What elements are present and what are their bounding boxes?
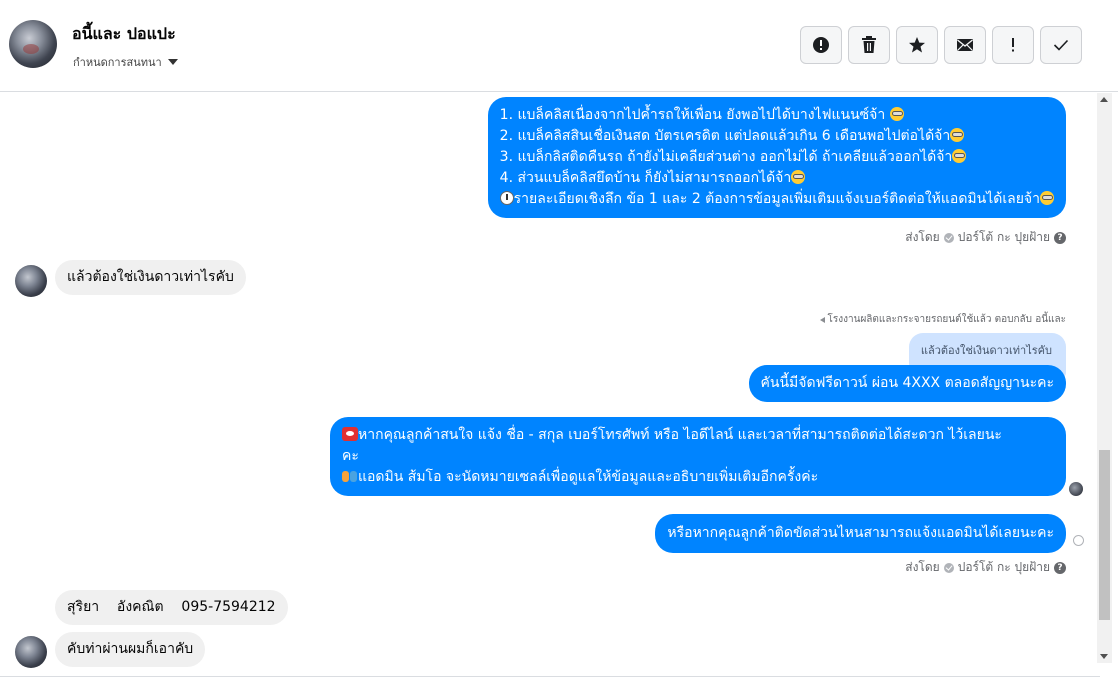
mark-unread-button[interactable]	[944, 26, 986, 64]
outgoing-message[interactable]: หากคุณลูกค้าสนใจ แจ้ง ชื่อ - สกุล เบอร์โ…	[330, 417, 1066, 496]
grimace-emoji-icon	[952, 149, 967, 163]
sent-by-note: ส่งโดย ปอร์โต้ กะ ปุยฝ้าย ?	[905, 558, 1066, 577]
outgoing-message[interactable]: หรือหากคุณลูกค้าติดขัดส่วนไหนสามารถแจ้งแ…	[655, 514, 1066, 553]
message-line: รายละเอียดเชิงลึก ข้อ 1 และ 2 ต้องการข้อ…	[499, 189, 1054, 210]
check-icon	[1053, 39, 1069, 51]
message-line: หากคุณลูกค้าสนใจ แจ้ง ชื่อ - สกุล เบอร์โ…	[342, 425, 1054, 446]
verified-check-icon	[943, 562, 954, 573]
envelope-icon	[957, 39, 973, 51]
message-line: คะ	[342, 448, 359, 464]
sender-avatar[interactable]	[15, 636, 47, 668]
star-icon	[909, 37, 925, 53]
incoming-message[interactable]: สุริยา อังคณิต 095-7594212	[55, 590, 288, 625]
conversation-settings-dropdown[interactable]: กำหนดการสนทนา	[73, 53, 178, 71]
contact-avatar[interactable]	[9, 20, 57, 68]
outgoing-message[interactable]: 1. แบล็คลิสเนื่องจากไปค้ำรถให้เพื่อน ยัง…	[487, 97, 1066, 218]
incoming-message[interactable]: คับท่าผ่านผมก็เอาคับ	[55, 632, 206, 667]
scroll-up-arrow-icon[interactable]	[1100, 97, 1108, 102]
outgoing-message[interactable]: คันนี้มีจัดฟรีดาวน์ ผ่อน 4XXX ตลอดสัญญาน…	[748, 365, 1066, 402]
done-button[interactable]	[1040, 26, 1082, 64]
reply-note: โรงงานผลิตและกระจายรถยนต์ใช้แล้ว ตอบกลับ…	[817, 312, 1066, 327]
verified-check-icon	[943, 232, 954, 243]
thread-scrollbar[interactable]	[1097, 93, 1112, 663]
alert-circle-icon	[813, 37, 829, 53]
message-line: 1. แบล็คลิสเนื่องจากไปค้ำรถให้เพื่อน ยัง…	[500, 105, 1054, 126]
caret-down-icon	[167, 59, 178, 65]
scroll-down-arrow-icon[interactable]	[1100, 654, 1108, 659]
message-line: 3. แบล็กลิสติดคืนรถ ถ้ายังไม่เคลียส่วนต่…	[500, 147, 1054, 168]
message-line: แอดมิน ส้มโอ จะนัดหมายเซลล์เพื่อดูแลให้ข…	[342, 467, 1054, 488]
conversation-settings-label: กำหนดการสนทนา	[73, 56, 162, 69]
scroll-thumb[interactable]	[1099, 450, 1110, 620]
important-button[interactable]	[992, 26, 1034, 64]
grimace-emoji-icon	[950, 128, 965, 142]
reply-arrow-icon	[817, 316, 826, 323]
sender-avatar[interactable]	[15, 265, 47, 297]
conversation-header: อนี้และ ปอแปะ กำหนดการสนทนา	[0, 0, 1118, 92]
help-icon[interactable]: ?	[1054, 231, 1066, 244]
telephone-emoji-icon	[342, 427, 358, 441]
incoming-message[interactable]: แล้วต้องใช่เงินดาวเท่าไรคับ	[55, 260, 246, 295]
grimace-emoji-icon	[889, 107, 904, 121]
sent-by-note: ส่งโดย ปอร์โต้ กะ ปุยฝ้าย ?	[905, 228, 1066, 247]
exclamation-icon	[1012, 38, 1014, 52]
star-button[interactable]	[896, 26, 938, 64]
delivered-status-icon	[1073, 535, 1084, 546]
grimace-emoji-icon	[1040, 191, 1054, 205]
seen-avatar	[1069, 482, 1083, 496]
message-line: 4. ส่วนแบล็คลิสยึดบ้าน ก็ยังไม่สามารถออก…	[500, 168, 1054, 189]
help-icon[interactable]: ?	[1054, 561, 1066, 574]
mark-spam-button[interactable]	[800, 26, 842, 64]
conversation-toolbar	[800, 26, 1082, 64]
message-line: 2. แบล็คลิสสินเชื่อเงินสด บัตรเครดิต แต่…	[500, 126, 1054, 147]
trash-icon	[862, 36, 876, 53]
delete-button[interactable]	[848, 26, 890, 64]
contact-name[interactable]: อนี้และ ปอแปะ	[72, 22, 176, 47]
info-emoji-icon	[499, 191, 514, 205]
people-emoji-icon	[342, 469, 358, 483]
grimace-emoji-icon	[791, 170, 806, 184]
